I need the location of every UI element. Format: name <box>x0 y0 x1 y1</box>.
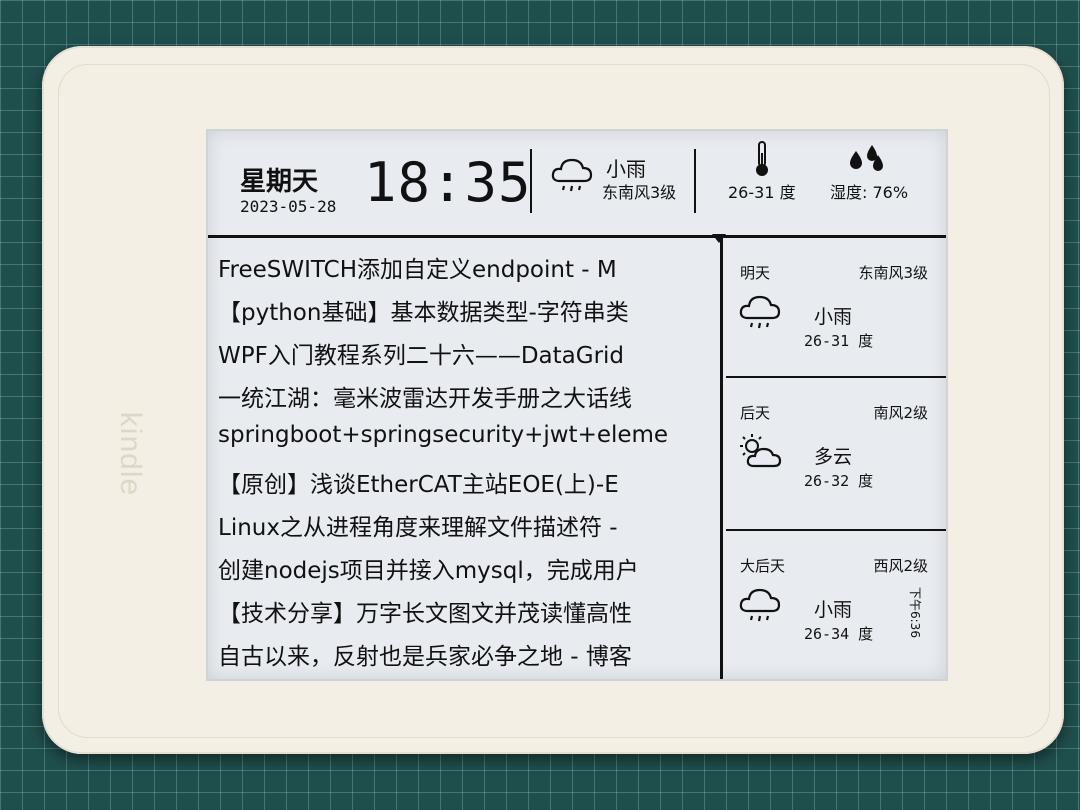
forecast-day-2: 后天 南风2级 多云 26-32 度 <box>726 378 946 531</box>
news-item[interactable]: 一统江湖：毫米波雷达开发手册之大话线 <box>218 379 632 413</box>
sun-cloud-icon <box>740 434 782 468</box>
current-wind: 东南风3级 <box>602 183 677 202</box>
today-temperature: 26-31 度 <box>728 183 796 202</box>
news-item[interactable]: 【原创】浅谈EtherCAT主站EOE(上)-E <box>218 465 619 499</box>
update-timestamp: 下午6:36 <box>908 587 922 638</box>
humidity-value: 湿度: 76% <box>830 183 909 202</box>
weekday-label: 星期天 <box>240 167 319 197</box>
header-divider <box>530 149 532 213</box>
rain-cloud-icon <box>739 588 781 622</box>
forecast-condition: 小雨 <box>814 306 853 328</box>
date-label: 2023-05-28 <box>240 197 337 216</box>
rain-cloud-icon <box>739 295 781 329</box>
current-condition: 小雨 <box>606 157 646 181</box>
humidity-drops-icon <box>850 145 883 171</box>
forecast-day-label: 后天 <box>740 404 771 422</box>
news-item[interactable]: 【技术分享】万字长文图文并茂读懂高性 <box>218 594 632 628</box>
news-item[interactable]: 【python基础】基本数据类型-字符串类 <box>218 293 629 327</box>
news-item[interactable]: springboot+springsecurity+jwt+eleme <box>218 422 668 448</box>
forecast-temperature: 26-32 度 <box>804 472 874 490</box>
forecast-wind: 南风2级 <box>873 404 928 422</box>
eink-screen: 星期天 2023-05-28 18:35 小雨 东南风3级 26-31 度 湿度… <box>206 129 948 681</box>
forecast-wind: 东南风3级 <box>858 264 928 282</box>
forecast-day-1: 明天 东南风3级 小雨 26-31 度 <box>726 238 946 378</box>
forecast-temperature: 26-31 度 <box>804 332 874 350</box>
kindle-logo: kindle <box>114 411 147 497</box>
news-item[interactable]: 自古以来，反射也是兵家必争之地 - 博客 <box>218 637 632 671</box>
news-item[interactable]: WPF入门教程系列二十六——DataGrid <box>218 336 624 370</box>
thermometer-icon <box>756 141 768 176</box>
news-item[interactable]: 创建nodejs项目并接入mysql，完成用户 <box>218 551 639 585</box>
forecast-condition: 多云 <box>814 446 853 468</box>
forecast-day-label: 大后天 <box>740 557 786 575</box>
forecast-day-label: 明天 <box>740 264 771 282</box>
news-list: FreeSWITCH添加自定义endpoint - M 【python基础】基本… <box>208 238 723 679</box>
news-item[interactable]: FreeSWITCH添加自定义endpoint - M <box>218 250 617 284</box>
current-weather-header: 星期天 2023-05-28 18:35 小雨 东南风3级 26-31 度 湿度… <box>208 131 946 238</box>
header-divider <box>694 149 696 213</box>
clock-time: 18:35 <box>364 151 532 214</box>
news-item[interactable]: Linux之从进程角度来理解文件描述符 - <box>218 508 618 542</box>
forecast-temperature: 26-34 度 <box>804 625 874 643</box>
rain-cloud-icon <box>551 158 593 192</box>
forecast-wind: 西风2级 <box>873 557 928 575</box>
forecast-condition: 小雨 <box>814 599 853 621</box>
